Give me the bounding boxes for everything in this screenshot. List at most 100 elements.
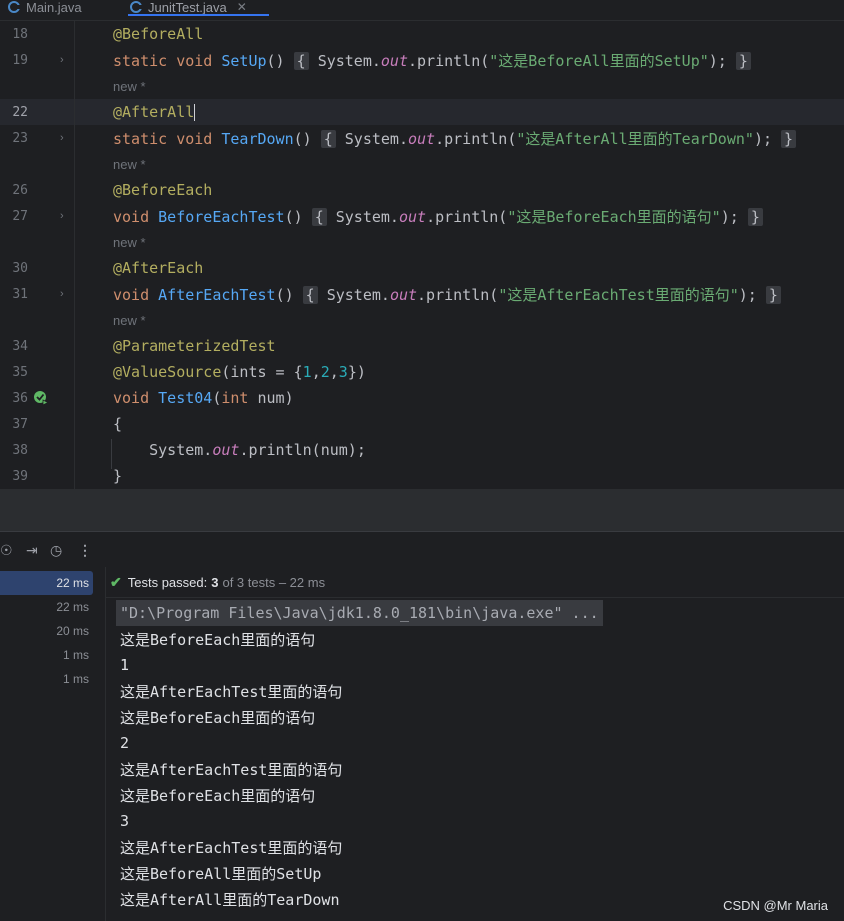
method-params: () [266, 51, 294, 70]
console-line: 这是AfterAll里面的TearDown [120, 890, 340, 909]
code-text: @AfterEach [113, 259, 203, 277]
code-text: new * [113, 78, 146, 95]
folded-brace[interactable]: } [747, 207, 763, 226]
import-tests-icon[interactable]: ⇥ [26, 542, 38, 559]
call-end: ); [708, 51, 727, 70]
passed-count: 3 [211, 574, 219, 590]
annotation: @AfterEach [113, 259, 204, 277]
code-line[interactable]: 38 System.out.println(num); [0, 437, 844, 463]
console-output[interactable]: "D:\Program Files\Java\jdk1.8.0_181\bin\… [106, 598, 844, 921]
method-call: .println( [435, 129, 517, 148]
chevron-right-icon[interactable]: › [60, 210, 70, 222]
chevron-right-icon[interactable]: › [60, 132, 70, 144]
test-duration: 1 ms [62, 648, 89, 662]
line-number: 38 [12, 442, 28, 458]
code-text: @ParameterizedTest [113, 337, 276, 355]
string-literal: "这是BeforeEach里面的语句" [507, 207, 721, 226]
tab-label: Main.java [26, 0, 82, 15]
code-text: static void SetUp() { System.out.println… [113, 50, 751, 71]
java-class-icon [8, 1, 21, 13]
line-number: 31 [12, 286, 28, 302]
line-number: 35 [12, 364, 28, 380]
annotation: @AfterAll [113, 103, 195, 121]
tab-junittest-java[interactable]: JunitTest.java ✕ [128, 0, 269, 20]
tree-row[interactable]: 20 ms [0, 619, 93, 643]
camera-icon[interactable]: ☉ [0, 542, 13, 559]
chevron-right-icon[interactable]: › [60, 288, 70, 300]
folded-brace[interactable]: } [735, 51, 751, 70]
code-text: void Test04(int num) [113, 389, 294, 407]
run-toolbar: ☉ ⇥ ◷ ⋮ [0, 531, 844, 568]
code-text: new * [113, 156, 146, 173]
call-receiver: System. [326, 285, 390, 304]
tree-row[interactable]: 22 ms [0, 595, 93, 619]
code-token: { [113, 415, 123, 433]
check-icon: ✔ [110, 573, 122, 590]
code-text: System.out.println(num); [113, 441, 366, 459]
code-editor[interactable]: 18 @BeforeAll 19 › static void SetUp() { Sys… [0, 21, 844, 489]
folded-brace[interactable]: { [302, 285, 318, 304]
code-line[interactable]: 26 @BeforeEach [0, 177, 844, 203]
history-icon[interactable]: ◷ [50, 542, 62, 559]
console-line: 这是AfterEachTest里面的语句 [120, 682, 343, 701]
call-end: ); [738, 285, 757, 304]
method-call: .println( [426, 207, 508, 226]
code-line[interactable]: new * [0, 151, 844, 177]
static-field: out [389, 285, 418, 304]
folded-brace[interactable]: { [311, 207, 327, 226]
number-literal: 3 [338, 363, 348, 381]
test-duration: 22 ms [56, 576, 89, 590]
status-detail: of 3 tests – 22 ms [222, 574, 326, 590]
method-call: .println(num); [239, 441, 366, 459]
code-line[interactable]: 34 @ParameterizedTest [0, 333, 844, 359]
code-line[interactable]: new * [0, 73, 844, 99]
call-receiver: System. [317, 51, 381, 70]
folded-brace[interactable]: { [320, 129, 336, 148]
code-line[interactable]: new * [0, 229, 844, 255]
static-field: out [212, 441, 240, 459]
console-line: 这是AfterEachTest里面的语句 [120, 838, 343, 857]
test-passed-run-icon[interactable] [33, 390, 49, 406]
chevron-right-icon[interactable]: › [60, 54, 70, 66]
code-line[interactable]: 23 › static void TearDown() { System.out.p… [0, 125, 844, 151]
code-line[interactable]: 35 @ValueSource(ints = {1,2,3}) [0, 359, 844, 385]
code-line[interactable]: 36 void Test04(int num) [0, 385, 844, 411]
code-line[interactable]: 22 @AfterAll [0, 99, 844, 125]
more-options-icon[interactable]: ⋮ [78, 542, 92, 559]
gutter-divider [74, 21, 75, 489]
close-icon[interactable]: ✕ [237, 0, 247, 14]
number-literal: 1 [302, 363, 312, 381]
string-literal: "这是BeforeAll里面的SetUp" [489, 51, 709, 70]
annotation-args: (ints = { [221, 363, 303, 381]
call-end: ); [720, 207, 739, 226]
static-field: out [380, 51, 408, 70]
tab-main-java[interactable]: Main.java [8, 0, 82, 20]
code-line[interactable]: 39} [0, 463, 844, 489]
tree-row[interactable]: 1 ms [0, 667, 93, 691]
code-line[interactable]: 30 @AfterEach [0, 255, 844, 281]
line-number: 26 [12, 182, 28, 198]
tree-row-root[interactable]: 22 ms [0, 571, 93, 595]
author-inlay-hint: new * [113, 312, 146, 328]
code-line[interactable]: 37 { [0, 411, 844, 437]
annotation-args-end: }) [347, 363, 366, 381]
code-line[interactable]: new * [0, 307, 844, 333]
code-text: new * [113, 234, 146, 251]
code-line[interactable]: 31 › void AfterEachTest() { System.out.pri… [0, 281, 844, 307]
code-line[interactable]: 27 › void BeforeEachTest() { System.out.pr… [0, 203, 844, 229]
static-field: out [398, 207, 427, 226]
code-line[interactable]: 18 @BeforeAll [0, 21, 844, 47]
folded-brace[interactable]: } [765, 285, 781, 304]
console-line: 这是BeforeEach里面的语句 [120, 786, 316, 805]
console-command-line[interactable]: "D:\Program Files\Java\jdk1.8.0_181\bin\… [116, 600, 603, 626]
method-name: SetUp [221, 51, 267, 70]
tree-row[interactable]: 1 ms [0, 643, 93, 667]
method-name: AfterEachTest [158, 285, 276, 304]
static-field: out [408, 129, 436, 148]
number-literal: 2 [320, 363, 330, 381]
method-name: BeforeEachTest [158, 207, 285, 226]
test-status-bar: ✔ Tests passed: 3 of 3 tests – 22 ms [106, 567, 844, 598]
folded-brace[interactable]: { [293, 51, 309, 70]
code-line[interactable]: 19 › static void SetUp() { System.out.prin… [0, 47, 844, 73]
folded-brace[interactable]: } [781, 129, 797, 148]
